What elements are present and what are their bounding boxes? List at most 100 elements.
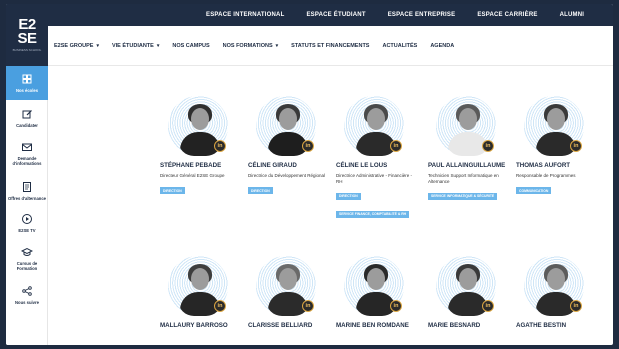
team-member-name: MARIE BESNARD (428, 322, 481, 329)
main-nav: E2SE GROUPE ▾ VIE ÉTUDIANTE ▾ NOS CAMPUS NOS … (48, 26, 613, 66)
linkedin-icon[interactable]: in (302, 300, 314, 312)
team-photo: in (344, 256, 404, 316)
team-photo: in (256, 256, 316, 316)
team-member-role: Directrice Administrative - Financière -… (336, 173, 413, 184)
sidebar-item-label: Candidater (16, 123, 38, 128)
team-member-name: PAUL ALLAINGUILLAUME (428, 162, 506, 169)
team-card: in CLARISSE BELLIARD (248, 256, 332, 329)
portrait-head (191, 268, 209, 290)
team-card: in MARINE BEN ROMDANE (336, 256, 420, 329)
sidebar-item-document[interactable]: Offres d'alternance (6, 174, 48, 208)
team-member-name: MALLAURY BARROSO (160, 322, 228, 329)
team-photo: in (524, 256, 584, 316)
portrait-head (279, 268, 297, 290)
linkedin-icon[interactable]: in (214, 300, 226, 312)
badge-wrap: COMMUNICATION (516, 179, 600, 197)
badge-wrap: DIRECTION (248, 179, 332, 197)
share-icon (22, 286, 32, 296)
mail-icon (22, 143, 32, 151)
nav-item-label: NOS FORMATIONS (222, 42, 273, 49)
team-card: in MALLAURY BARROSO (160, 256, 244, 329)
logo-subtitle: BUSINESS SCHOOL (12, 48, 42, 52)
e2se-logo[interactable]: E2 SE BUSINESS SCHOOL (6, 4, 48, 66)
nav-item-label: VIE ÉTUDIANTE (111, 42, 154, 49)
play-icon (22, 214, 32, 224)
team-photo: in (524, 96, 584, 156)
logo-line2: SE (17, 30, 37, 47)
team-member-role: Technicien Support Informatique en Alter… (428, 173, 499, 184)
nav-item-label: NOS CAMPUS (172, 42, 210, 49)
sidebar-item-label: E2SE TV (18, 228, 36, 233)
badge-wrap: DIRECTION (336, 184, 420, 202)
linkedin-icon[interactable]: in (482, 300, 494, 312)
linkedin-icon[interactable]: in (390, 300, 402, 312)
department-badge: SERVICE INFORMATIQUE & SÉCURITÉ (428, 192, 498, 200)
nav-item-vie-tudiante[interactable]: VIE ÉTUDIANTE ▾ (112, 43, 159, 49)
team-photo: in (168, 96, 228, 156)
nav-item-actualit-s[interactable]: ACTUALITÉS (382, 43, 417, 49)
portrait-head (547, 108, 565, 130)
linkedin-icon[interactable]: in (390, 140, 402, 152)
department-badge: DIRECTION (248, 187, 273, 194)
team-grid: in STÉPHANE PEBADE Directeur Général E2SE … (48, 66, 613, 345)
top-link-company[interactable]: ESPACE ENTREPRISE (388, 12, 456, 18)
graduation-cap-icon (21, 247, 33, 256)
portrait-head (367, 268, 385, 290)
portrait-head (459, 268, 477, 290)
linkedin-icon[interactable]: in (482, 140, 494, 152)
top-link-student[interactable]: ESPACE ÉTUDIANT (306, 12, 365, 18)
nav-item-statuts-et-financements[interactable]: STATUTS ET FINANCEMENTS (291, 43, 369, 49)
sidebar-item-label: Demande d'informations (12, 155, 42, 166)
nav-item-label: E2SE GROUPE (54, 42, 94, 49)
top-links: ESPACE INTERNATIONAL ESPACE ÉTUDIANT ESP… (206, 4, 606, 26)
team-card: in CÉLINE GIRAUD Directrice du Développeme… (248, 96, 332, 197)
sidebar-item-label: Cursus de Formation (16, 260, 38, 271)
top-link-alumni[interactable]: ALUMNI (560, 12, 585, 18)
nav-item-label: ACTUALITÉS (382, 42, 418, 49)
badge-wrap: SERVICE FINANCE, COMPTABILITÉ & RH (336, 202, 420, 220)
team-member-name: STÉPHANE PEBADE (160, 162, 222, 169)
nav-item-nos-formations[interactable]: NOS FORMATIONS ▾ (223, 43, 279, 49)
linkedin-icon[interactable]: in (214, 140, 226, 152)
team-card: in THOMAS AUFORT Responsable de Programmes… (516, 96, 600, 197)
sidebar-item-play[interactable]: E2SE TV (6, 206, 48, 240)
top-link-career[interactable]: ESPACE CARRIÈRE (477, 12, 537, 18)
team-photo: in (344, 96, 404, 156)
team-photo: in (436, 96, 496, 156)
team-card: in AGATHE BESTIN (516, 256, 600, 329)
sidebar-item-label: Offres d'alternance (8, 196, 46, 201)
team-card: in CÉLINE LE LOUS Directrice Administrativ… (336, 96, 420, 220)
nav-item-nos-campus[interactable]: NOS CAMPUS (172, 43, 209, 49)
nav-item-label: AGENDA (430, 42, 455, 49)
sidebar: Nos écoles Candidater Demande d'informatio… (6, 66, 48, 345)
team-member-name: AGATHE BESTIN (516, 322, 567, 329)
top-link-international[interactable]: ESPACE INTERNATIONAL (206, 12, 284, 18)
portrait-head (191, 108, 209, 130)
department-badge: DIRECTION (336, 192, 361, 200)
sidebar-item-edit[interactable]: Candidater (6, 101, 48, 135)
badge-wrap: DIRECTION (160, 179, 244, 197)
linkedin-icon[interactable]: in (570, 300, 582, 312)
nav-item-agenda[interactable]: AGENDA (430, 43, 454, 49)
team-card: in STÉPHANE PEBADE Directeur Général E2SE … (160, 96, 244, 197)
department-badge: COMMUNICATION (516, 187, 552, 194)
nav-item-label: STATUTS ET FINANCEMENTS (291, 42, 370, 49)
team-member-name: THOMAS AUFORT (516, 162, 571, 169)
team-card: in MARIE BESNARD (428, 256, 512, 329)
portrait-head (459, 108, 477, 130)
sidebar-item-mail[interactable]: Demande d'informations (6, 136, 48, 170)
sidebar-item-graduation-cap[interactable]: Cursus de Formation (6, 241, 48, 275)
team-card: in PAUL ALLAINGUILLAUME Technicien Support… (428, 96, 512, 202)
sidebar-item-share[interactable]: Nous suivre (6, 278, 48, 312)
document-icon (23, 182, 31, 192)
grid-icon (22, 74, 32, 84)
team-member-role: Directrice du Développement Régional (248, 173, 326, 178)
linkedin-icon[interactable]: in (570, 140, 582, 152)
linkedin-icon[interactable]: in (302, 140, 314, 152)
sidebar-item-label: Nous suivre (15, 300, 39, 305)
sidebar-item-label: Nos écoles (15, 88, 39, 93)
portrait-head (547, 268, 565, 290)
sidebar-item-grid[interactable]: Nos écoles (6, 66, 48, 100)
nav-item-e2se-groupe[interactable]: E2SE GROUPE ▾ (54, 43, 99, 49)
team-photo: in (256, 96, 316, 156)
